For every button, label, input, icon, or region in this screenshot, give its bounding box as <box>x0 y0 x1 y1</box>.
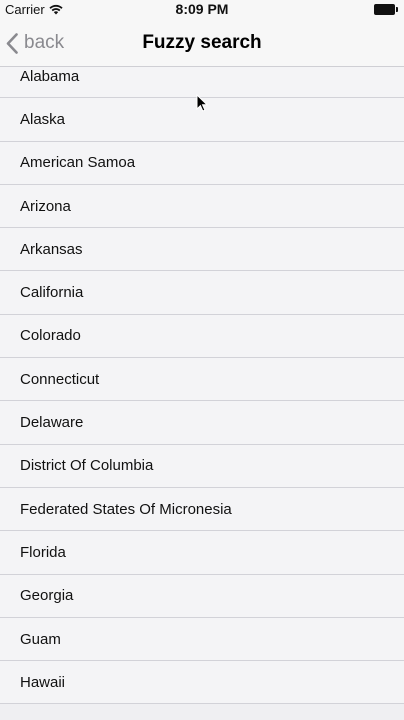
list-item-label: Arizona <box>20 197 71 215</box>
list-item-label: Delaware <box>20 414 84 432</box>
list-item-label: Colorado <box>20 327 81 345</box>
list-item[interactable]: Florida <box>0 531 404 575</box>
list-item[interactable]: Guam <box>0 618 404 662</box>
list-item-label: Hawaii <box>20 673 66 691</box>
mouse-pointer-icon <box>196 94 208 112</box>
list-item-label: Arkansas <box>20 240 83 258</box>
list-item-label: Alaska <box>20 110 66 128</box>
battery-icon <box>374 4 398 15</box>
list-item-label: Georgia <box>20 587 74 605</box>
list-item[interactable]: District Of Columbia <box>0 445 404 488</box>
list-item[interactable]: Arkansas <box>0 228 404 272</box>
list-item[interactable]: Connecticut <box>0 358 404 402</box>
list-item-label: Federated States Of Micronesia <box>20 500 232 518</box>
page-title: Fuzzy search <box>142 32 262 53</box>
list-item-label: Alabama <box>20 67 80 85</box>
list-item-label: American Samoa <box>20 154 136 172</box>
status-time: 8:09 PM <box>175 1 229 17</box>
list-item[interactable]: Alabama <box>0 55 404 99</box>
states-list: Alabama Alaska American Samoa Arizona Arkans… <box>0 67 404 705</box>
list-item[interactable]: American Samoa <box>0 142 404 185</box>
list-item[interactable]: Federated States Of Micronesia <box>0 488 404 532</box>
list-item[interactable]: California <box>0 271 404 315</box>
list-item[interactable]: Colorado <box>0 315 404 359</box>
list-item-label: Florida <box>20 543 66 561</box>
status-bar: Carrier 8:09 PM <box>0 0 404 20</box>
list-item[interactable]: Georgia <box>0 575 404 618</box>
list-item-label: Guam <box>20 630 61 648</box>
list-item[interactable]: Delaware <box>0 401 404 445</box>
list-item-label: District Of Columbia <box>20 457 154 475</box>
list-item[interactable]: Arizona <box>0 185 404 229</box>
list-item-label: California <box>20 284 84 302</box>
list-item[interactable]: Hawaii <box>0 661 404 705</box>
list-item-label: Connecticut <box>20 370 100 388</box>
